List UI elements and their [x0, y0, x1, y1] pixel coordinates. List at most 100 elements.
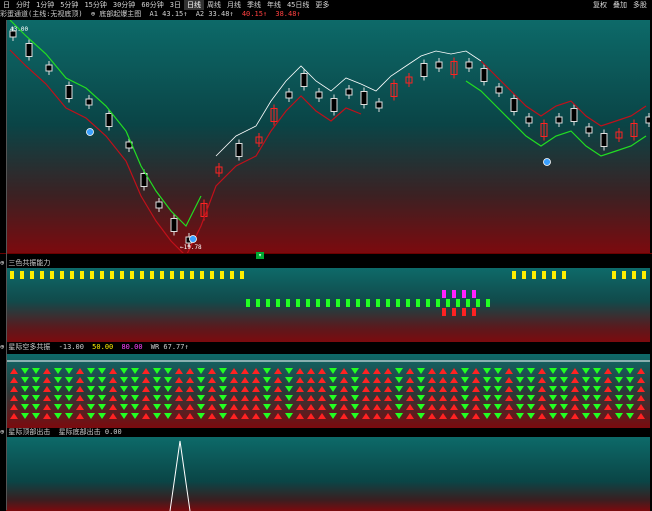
timeframe-tab[interactable]: 季线 [244, 0, 264, 10]
down-arrow-icon [527, 404, 535, 410]
timeframe-tab[interactable]: 年线 [264, 0, 284, 10]
up-arrow-icon [450, 386, 458, 392]
down-arrow-icon [164, 377, 172, 383]
candle-body [465, 61, 473, 69]
candle-body [510, 98, 518, 112]
candle-body [315, 91, 323, 99]
down-arrow-icon [527, 368, 535, 374]
timeframe-tab[interactable]: 45日线 [284, 0, 312, 10]
down-arrow-icon [582, 368, 590, 374]
value-3: 40.15↑ [241, 10, 268, 18]
down-arrow-icon [98, 386, 106, 392]
down-arrow-icon [516, 395, 524, 401]
up-arrow-icon [252, 368, 260, 374]
down-arrow-icon [21, 404, 29, 410]
toolbar-right-item[interactable]: 叠加 [610, 0, 630, 10]
up-arrow-icon [571, 377, 579, 383]
up-arrow-icon [241, 404, 249, 410]
timeframe-tab[interactable]: 5分钟 [57, 0, 81, 10]
up-arrow-icon [428, 368, 436, 374]
timeframe-tab[interactable]: 日 [0, 0, 13, 10]
timeframe-tab[interactable]: 3日 [167, 0, 184, 10]
indicator-name[interactable]: 彩蛋通道(主线:无视底顶) [0, 10, 83, 18]
toolbar-right-item[interactable]: 复权 [590, 0, 610, 10]
up-arrow-icon [175, 413, 183, 419]
drag-handle[interactable]: ▾ [256, 252, 264, 259]
panel4-title[interactable]: ⊕ 星际顶部出击 [0, 428, 50, 436]
candle-body [525, 116, 533, 124]
candle-body [360, 91, 368, 105]
down-arrow-icon [516, 386, 524, 392]
up-arrow-icon [439, 368, 447, 374]
down-arrow-icon [516, 368, 524, 374]
timeframe-tab[interactable]: 分时 [13, 0, 33, 10]
star-resonance-panel[interactable] [6, 354, 650, 428]
down-arrow-icon [615, 386, 623, 392]
yellow-signal-bar [512, 271, 516, 279]
down-arrow-icon [395, 404, 403, 410]
down-arrow-icon [219, 386, 227, 392]
up-arrow-icon [208, 395, 216, 401]
yellow-signal-bar [100, 271, 104, 279]
down-arrow-icon [120, 395, 128, 401]
down-arrow-icon [560, 386, 568, 392]
up-arrow-icon [505, 413, 513, 419]
down-arrow-icon [351, 386, 359, 392]
panel2-title[interactable]: ⊕ 三色共振能力 [0, 259, 50, 267]
yellow-signal-bar [522, 271, 526, 279]
panel3-title[interactable]: ⊕ 星际空多共振 [0, 343, 50, 351]
up-arrow-icon [505, 377, 513, 383]
up-arrow-icon [406, 413, 414, 419]
timeframe-tab[interactable]: 更多 [312, 0, 332, 10]
top-bottom-attack-panel[interactable] [6, 437, 650, 511]
down-arrow-icon [54, 395, 62, 401]
up-arrow-icon [175, 377, 183, 383]
attack-spike-line [169, 440, 191, 511]
timeframe-tab[interactable]: 60分钟 [138, 0, 166, 10]
down-arrow-icon [263, 377, 271, 383]
star-resonance-svg [6, 360, 650, 419]
up-arrow-icon [318, 386, 326, 392]
green-signal-bar [466, 299, 470, 307]
toolbar-right-item[interactable]: 多股 [630, 0, 650, 10]
down-arrow-icon [87, 377, 95, 383]
down-arrow-icon [351, 377, 359, 383]
yellow-signal-bar [200, 271, 204, 279]
down-arrow-icon [351, 413, 359, 419]
red-signal-bar [462, 308, 466, 316]
timeframe-tab[interactable]: 30分钟 [110, 0, 138, 10]
timeframe-tab[interactable]: 周线 [204, 0, 224, 10]
high-price-label: 43.00 [10, 26, 29, 33]
main-indicator-name[interactable]: ⊕ 底部起爆主图 [91, 10, 141, 18]
candle-body [45, 64, 53, 72]
green-signal-bar [416, 299, 420, 307]
panel-divider[interactable] [0, 253, 652, 254]
candle-body [570, 108, 578, 122]
up-arrow-icon [274, 404, 282, 410]
signal-dot-icon [189, 235, 197, 243]
down-arrow-icon [461, 377, 469, 383]
timeframe-tab[interactable]: 1分钟 [33, 0, 57, 10]
timeframe-tab[interactable]: 15分钟 [81, 0, 109, 10]
green-signal-bar [296, 299, 300, 307]
candlestick-svg[interactable] [6, 20, 650, 253]
down-arrow-icon [285, 377, 293, 383]
down-arrow-icon [32, 395, 40, 401]
timeframe-tab[interactable]: 月线 [224, 0, 244, 10]
yellow-signal-bar [220, 271, 224, 279]
timeframe-tab[interactable]: 日线 [183, 0, 204, 10]
down-arrow-icon [494, 386, 502, 392]
up-arrow-icon [472, 386, 480, 392]
up-arrow-icon [274, 413, 282, 419]
resonance-panel[interactable] [6, 268, 650, 342]
main-price-chart[interactable]: 43.00 ←19.78 [6, 20, 650, 253]
up-arrow-icon [252, 377, 260, 383]
up-arrow-icon [274, 377, 282, 383]
yellow-signal-bar [542, 271, 546, 279]
candle-body [85, 98, 93, 106]
down-arrow-icon [120, 404, 128, 410]
up-arrow-icon [109, 413, 117, 419]
down-arrow-icon [98, 404, 106, 410]
down-arrow-icon [219, 395, 227, 401]
up-arrow-icon [384, 404, 392, 410]
